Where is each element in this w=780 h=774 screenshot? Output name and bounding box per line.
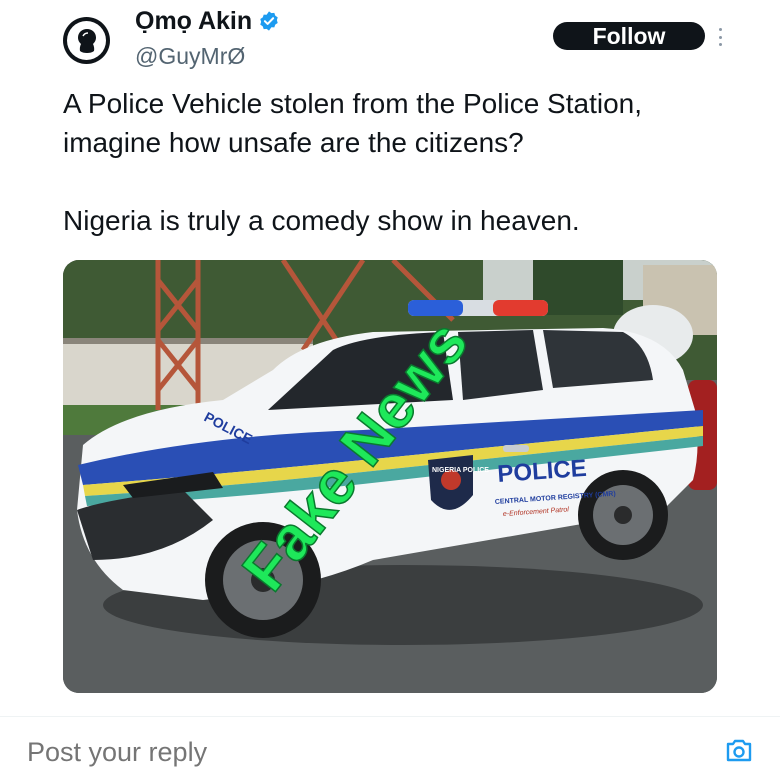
tweet-media-photo[interactable]: NIGERIA POLICE POLICE CENTRAL MOTOR REGI… — [63, 260, 717, 693]
camera-icon[interactable] — [725, 737, 753, 763]
profile-silhouette-icon — [77, 28, 96, 53]
author-name-text[interactable]: Ọmọ Akin — [135, 6, 252, 36]
police-vehicle-photo: NIGERIA POLICE POLICE CENTRAL MOTOR REGI… — [63, 260, 717, 693]
tweet-header: Ọmọ Akin @GuyMrØ Follow — [0, 0, 780, 80]
avatar[interactable] — [63, 17, 110, 64]
reply-divider — [0, 716, 780, 717]
author-name[interactable]: Ọmọ Akin — [135, 6, 280, 36]
author-handle[interactable]: @GuyMrØ — [135, 42, 245, 70]
reply-input[interactable] — [27, 735, 687, 769]
tweet-text-line: Nigeria is truly a comedy show in heaven… — [63, 205, 580, 236]
avatar-silhouette — [67, 21, 106, 60]
tweet-text: A Police Vehicle stolen from the Police … — [63, 84, 743, 240]
more-options-icon[interactable] — [716, 28, 724, 46]
badge-text: NIGERIA POLICE — [432, 467, 489, 474]
tweet-text-line: A Police Vehicle stolen from the Police … — [63, 88, 642, 119]
verified-badge-icon — [260, 11, 278, 31]
follow-button[interactable]: Follow — [553, 22, 705, 50]
tweet-text-line: imagine how unsafe are the citizens? — [63, 127, 524, 158]
